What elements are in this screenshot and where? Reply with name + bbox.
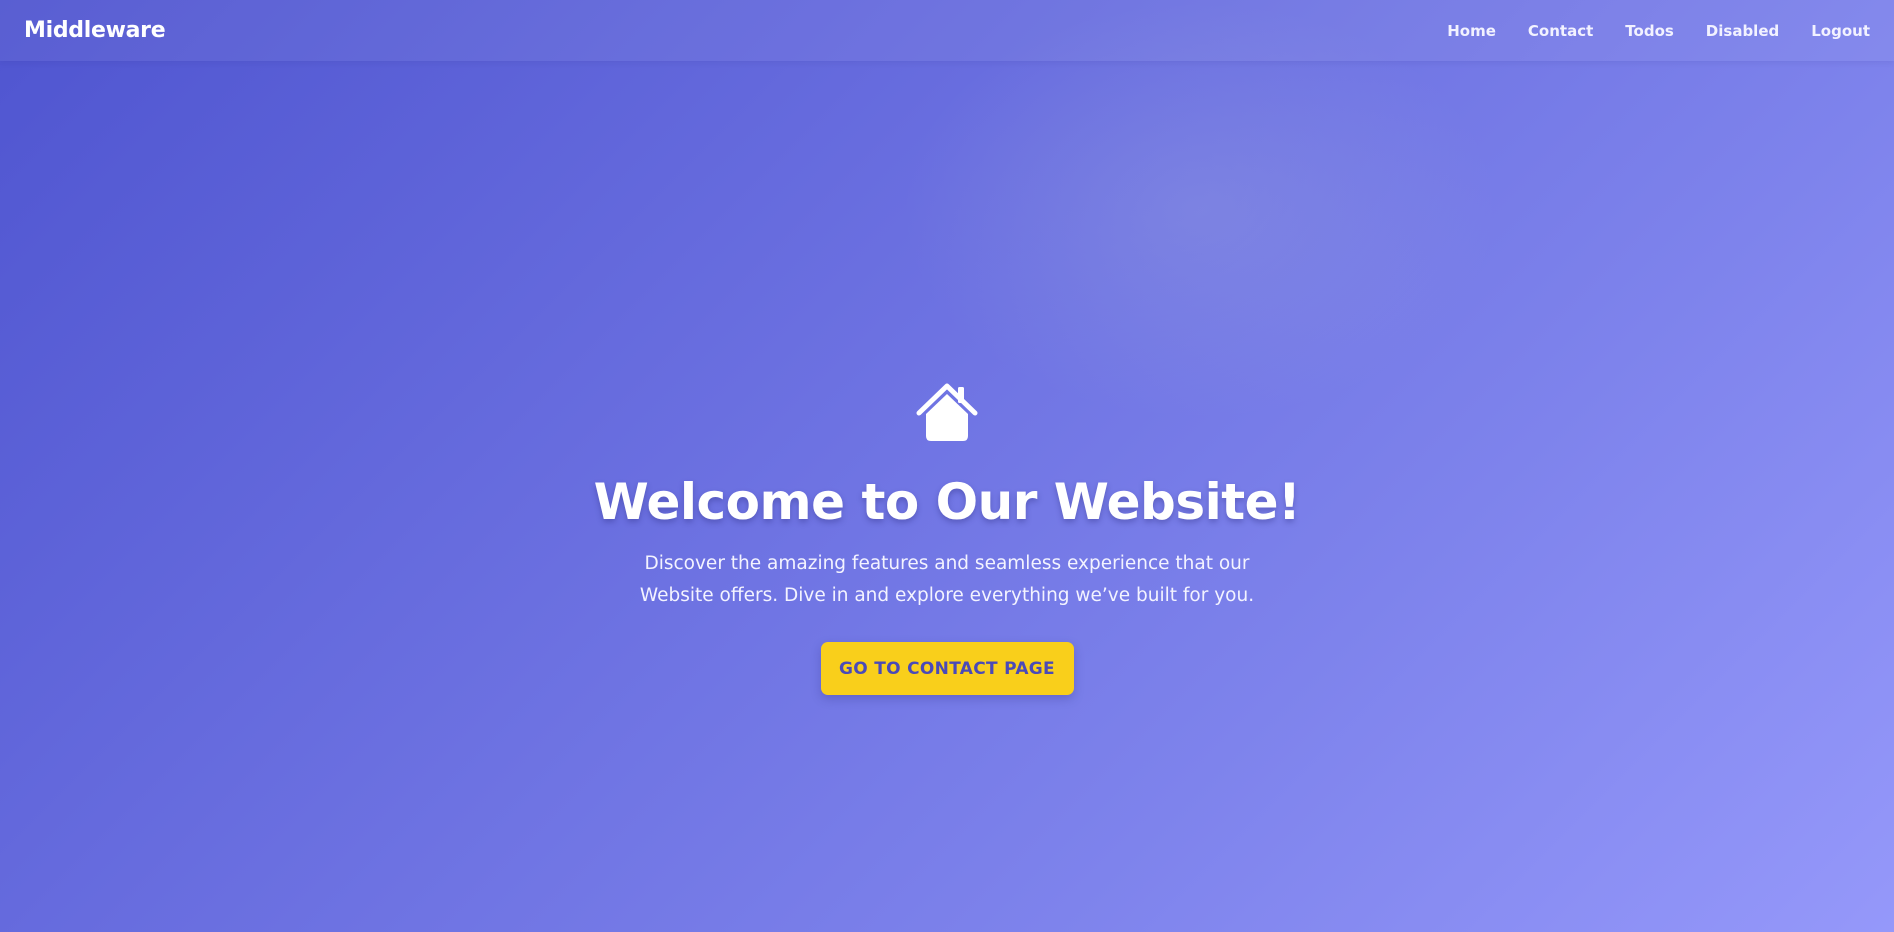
- nav-link-todos[interactable]: Todos: [1625, 22, 1674, 40]
- nav-link-disabled[interactable]: Disabled: [1706, 22, 1779, 40]
- hero-title: Welcome to Our Website!: [593, 473, 1301, 531]
- nav-link-logout[interactable]: Logout: [1811, 22, 1870, 40]
- background-glow: [900, 0, 1500, 420]
- home-icon: [916, 383, 978, 441]
- go-to-contact-button[interactable]: GO TO CONTACT PAGE: [820, 642, 1074, 695]
- top-navbar: Middleware Home Contact Todos Disabled L…: [0, 0, 1894, 61]
- brand-logo[interactable]: Middleware: [24, 18, 166, 43]
- hero-section: Welcome to Our Website! Discover the ama…: [0, 380, 1894, 695]
- nav-links: Home Contact Todos Disabled Logout: [1415, 22, 1870, 40]
- nav-link-home[interactable]: Home: [1447, 22, 1496, 40]
- nav-link-contact[interactable]: Contact: [1528, 22, 1593, 40]
- hero-subtitle: Discover the amazing features and seamle…: [639, 553, 1255, 606]
